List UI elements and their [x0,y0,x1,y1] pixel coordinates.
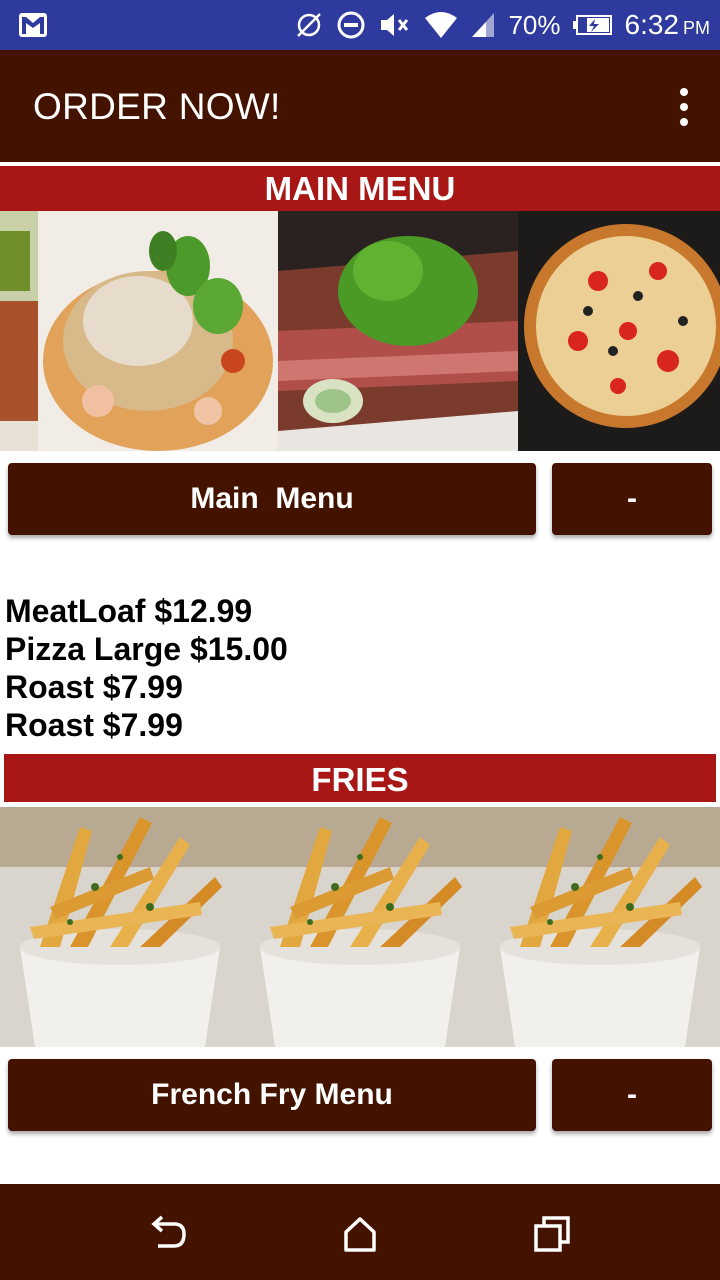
overflow-menu-icon[interactable] [676,88,692,126]
app-title: ORDER NOW! [33,86,281,127]
wifi-icon [424,10,458,40]
meatloaf-image[interactable] [0,211,38,451]
app-bar: ORDER NOW! [0,50,720,162]
clock: 6:32 PM [624,9,711,40]
home-icon[interactable] [340,1214,380,1254]
gmail-icon [18,12,48,43]
pizza-image[interactable] [518,211,720,451]
fries-minus-button[interactable]: - [552,1059,712,1131]
pasta-image[interactable] [38,211,278,451]
do-not-disturb-icon [336,10,366,40]
french-fry-menu-button[interactable]: French Fry Menu [8,1059,536,1131]
mute-icon [378,10,412,40]
fries-image[interactable] [0,807,240,1047]
steak-image[interactable] [278,211,518,451]
fries-header: FRIES [4,754,716,802]
list-item: Pizza Large $15.00 [5,631,288,667]
fries-image[interactable] [480,807,720,1047]
main-menu-button[interactable]: Main Menu [8,463,536,535]
navigation-bar [0,1184,720,1280]
order-list: MeatLoaf $12.99 Pizza Large $15.00 Roast… [5,592,288,744]
battery-percent: 70% [508,9,561,40]
main-menu-image-strip[interactable] [0,211,720,451]
list-item: Roast $7.99 [5,669,183,705]
fries-image[interactable] [240,807,480,1047]
list-item: Roast $7.99 [5,707,183,743]
sync-off-icon [294,10,324,40]
list-item: MeatLoaf $12.99 [5,593,253,629]
battery-charging-icon [572,14,613,36]
recent-apps-icon[interactable] [532,1214,572,1254]
main-menu-minus-button[interactable]: - [552,463,712,535]
back-icon[interactable] [148,1214,188,1254]
cell-signal-icon [470,11,496,39]
main-menu-header: MAIN MENU [0,166,720,211]
status-bar: 70% 6:32 PM [0,0,720,50]
fries-image-strip[interactable] [0,807,720,1047]
